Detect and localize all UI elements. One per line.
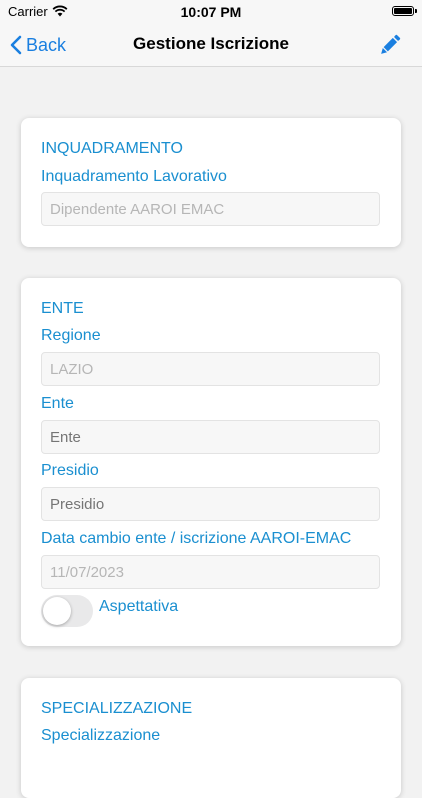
presidio-field[interactable]	[41, 487, 380, 521]
inquadramento-label: Inquadramento Lavorativo	[41, 168, 227, 185]
navigation-bar: Back Gestione Iscrizione	[0, 24, 422, 67]
ente-card: ENTE Regione Ente Presidio Data cambio e…	[21, 278, 401, 646]
inquadramento-card: INQUADRAMENTO Inquadramento Lavorativo	[21, 118, 401, 247]
regione-field[interactable]	[41, 352, 380, 386]
battery-icon	[392, 6, 417, 16]
data-cambio-field[interactable]	[41, 555, 380, 589]
ente-section-title: ENTE	[41, 300, 84, 317]
aspettativa-label: Aspettativa	[99, 598, 179, 615]
specializzazione-label: Specializzazione	[41, 727, 161, 744]
regione-label: Regione	[41, 327, 101, 344]
pencil-icon	[381, 34, 401, 54]
ente-label: Ente	[41, 395, 74, 412]
data-cambio-label: Data cambio ente / iscrizione AAROI-EMAC	[41, 530, 352, 547]
ente-field[interactable]	[41, 420, 380, 454]
page-title: Gestione Iscrizione	[133, 34, 289, 53]
inquadramento-field[interactable]	[41, 192, 380, 226]
edit-button[interactable]	[372, 28, 408, 62]
status-bar: Carrier 10:07 PM	[0, 0, 422, 24]
specializzazione-section-title: SPECIALIZZAZIONE	[41, 700, 193, 717]
presidio-label: Presidio	[41, 462, 99, 479]
inquadramento-section-title: INQUADRAMENTO	[41, 140, 183, 157]
aspettativa-toggle[interactable]	[41, 595, 93, 627]
clock: 10:07 PM	[180, 4, 242, 20]
specializzazione-card: SPECIALIZZAZIONE Specializzazione	[21, 678, 401, 798]
